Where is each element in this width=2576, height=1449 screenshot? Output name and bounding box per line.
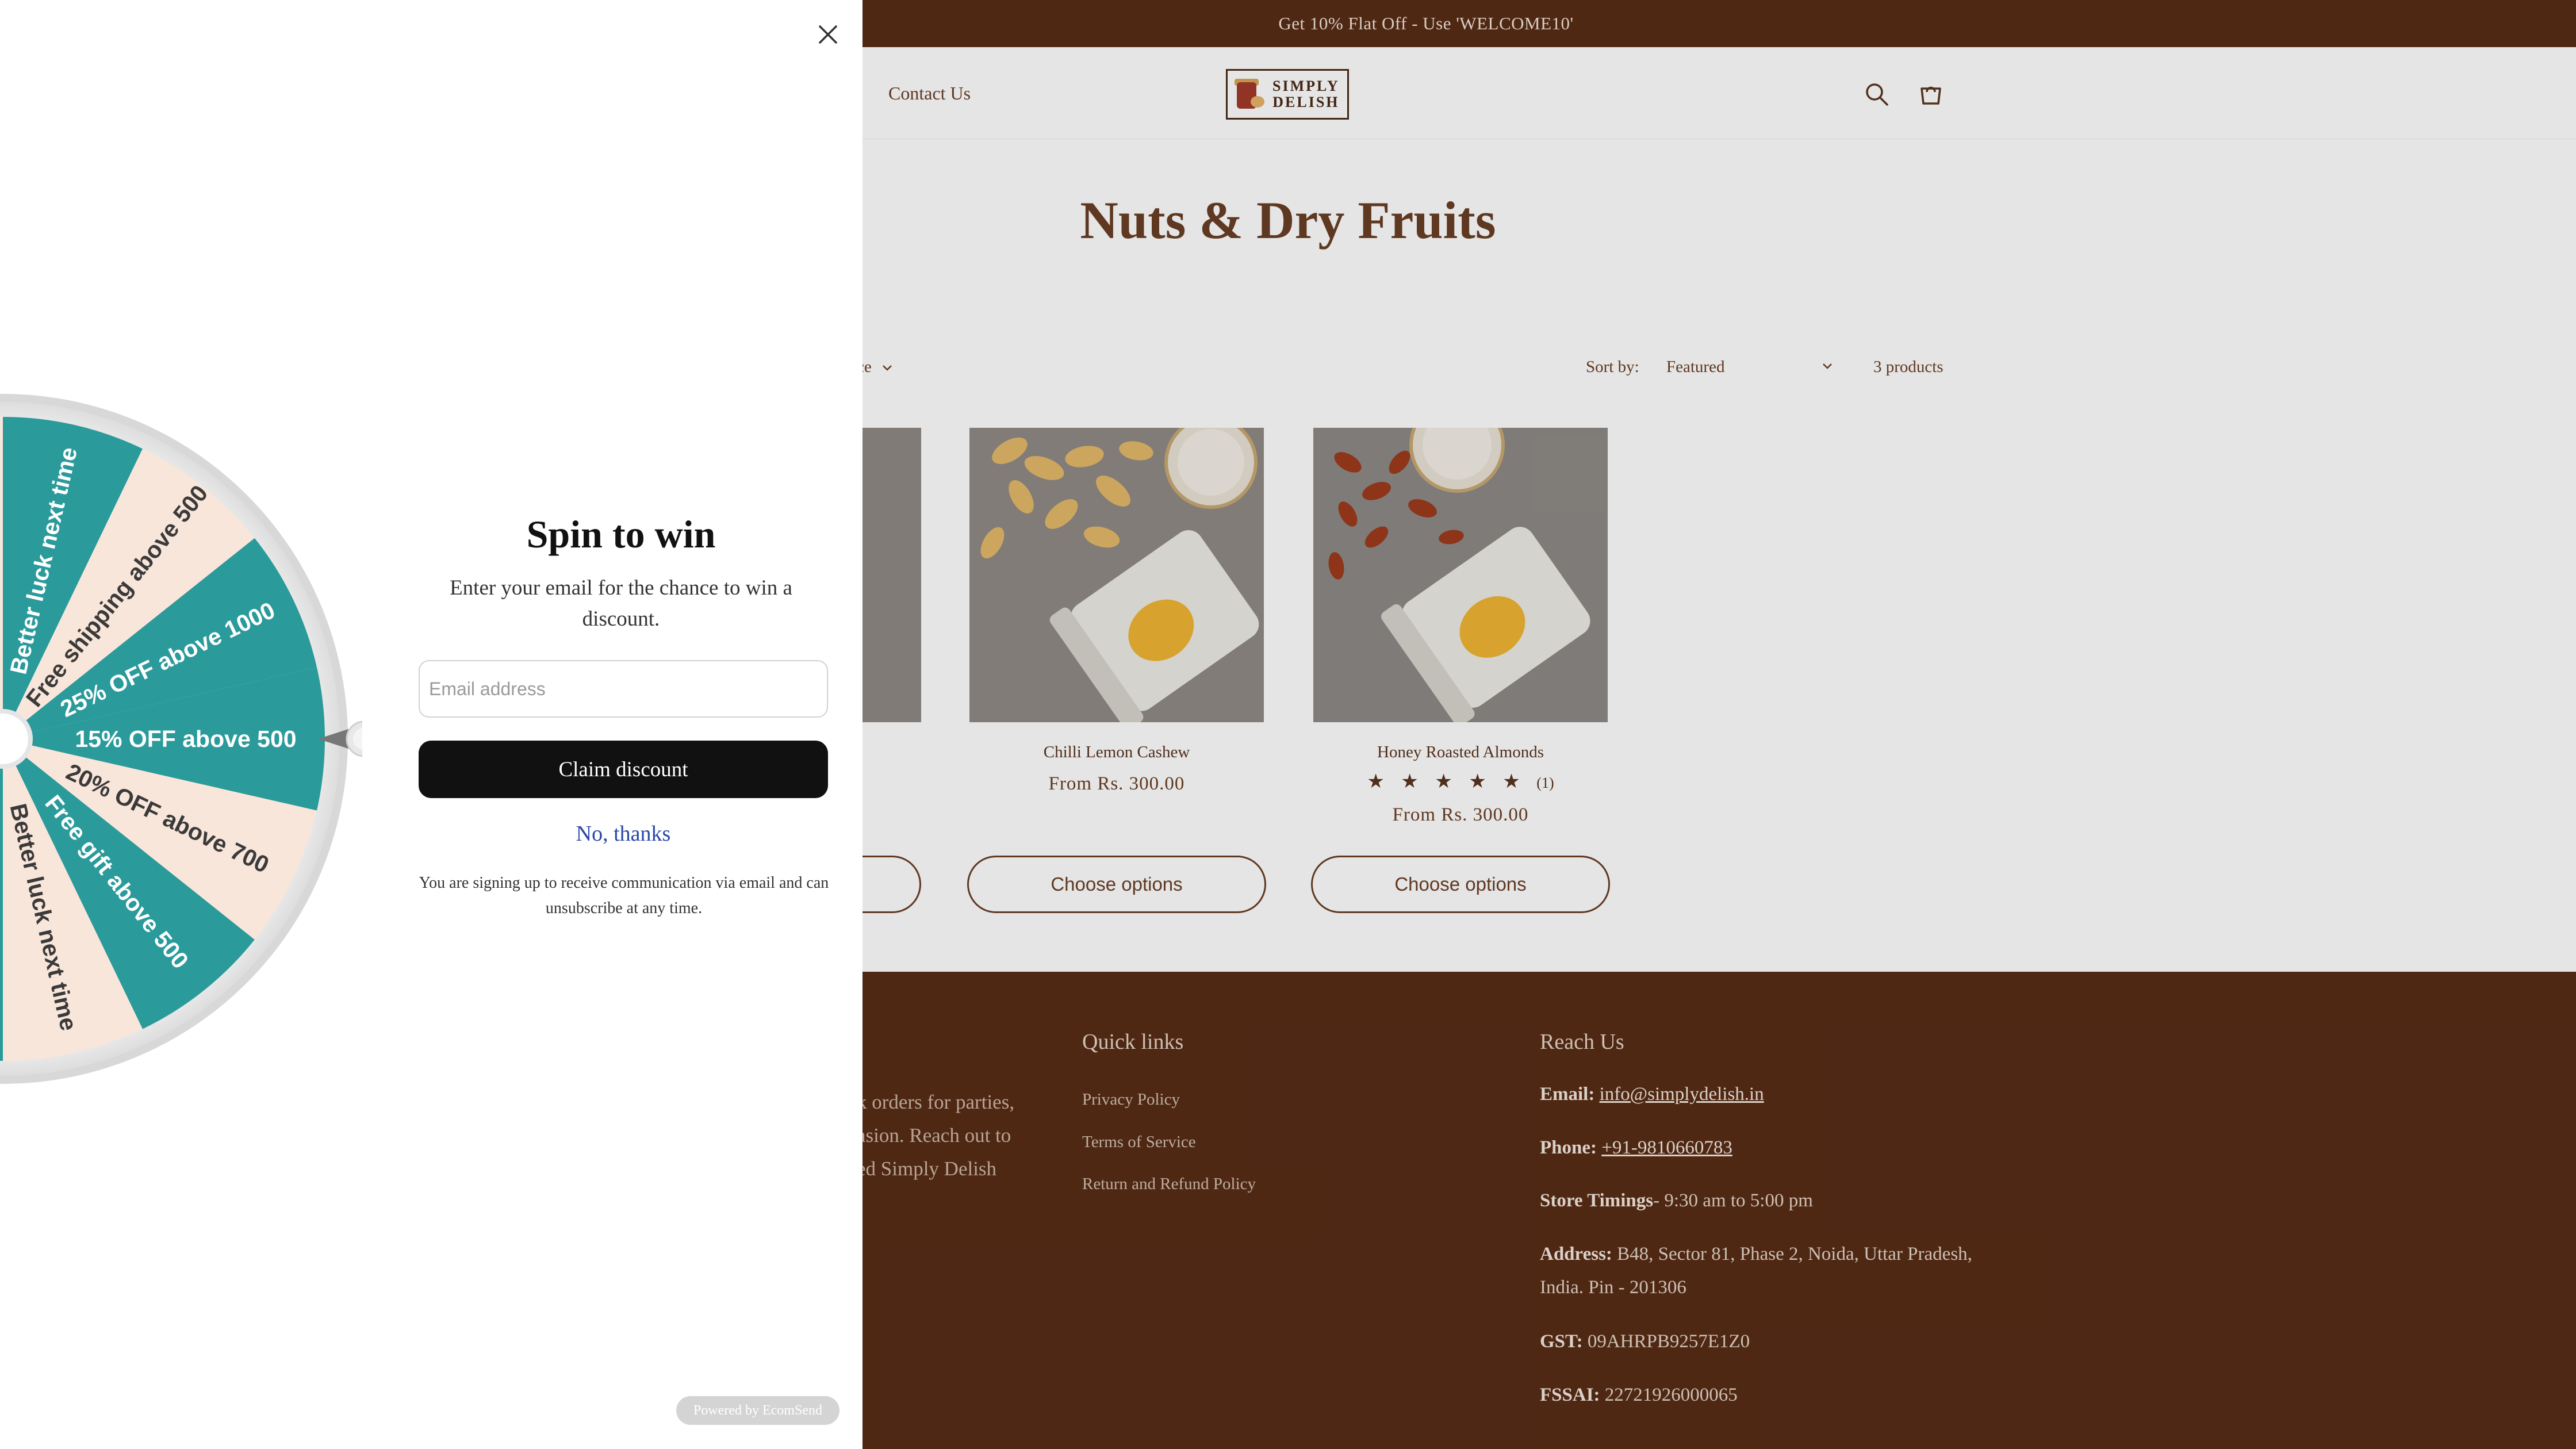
rating-stars: ★ ★ ★ ★ ★ (1) xyxy=(1313,770,1608,793)
footer-link-privacy[interactable]: Privacy Policy xyxy=(1082,1090,1180,1109)
footer-email-link[interactable]: info@simplydelish.in xyxy=(1600,1084,1764,1105)
product-count: 3 products xyxy=(1873,358,1943,376)
logo-jar-icon xyxy=(1233,76,1267,112)
logo-text: SIMPLY DELISH xyxy=(1272,78,1340,110)
prize-wheel: 15% OFF above 50020% OFF above 700Free g… xyxy=(0,394,362,1084)
wheel-segment xyxy=(0,739,3,1061)
footer-link-refund[interactable]: Return and Refund Policy xyxy=(1082,1175,1256,1194)
product-name[interactable]: Honey Roasted Almonds xyxy=(1313,743,1608,762)
product-name[interactable]: Chilli Lemon Cashew xyxy=(969,743,1264,762)
choose-options-button[interactable]: Choose options xyxy=(967,856,1266,913)
claim-discount-button[interactable]: Claim discount xyxy=(419,741,828,798)
footer-phone: Phone: +91-9810660783 xyxy=(1540,1137,1732,1158)
footer-email: Email: info@simplydelish.in xyxy=(1540,1084,1764,1105)
product-image[interactable] xyxy=(1313,428,1608,722)
nav-contact-link[interactable]: Contact Us xyxy=(888,83,971,104)
popup-title: Spin to win xyxy=(526,512,716,556)
footer-phone-link[interactable]: +91-9810660783 xyxy=(1601,1137,1732,1158)
no-thanks-link[interactable]: No, thanks xyxy=(420,821,827,846)
rating-stars-glyphs: ★ ★ ★ ★ ★ xyxy=(1367,771,1526,792)
close-icon[interactable] xyxy=(813,20,843,49)
footer-quick-links-heading: Quick links xyxy=(1082,1030,1184,1054)
choose-options-button[interactable]: Choose options xyxy=(1311,856,1610,913)
footer-fssai: FSSAI: 22721926000065 xyxy=(1540,1385,1738,1405)
powered-by-badge[interactable]: Powered by EcomSend xyxy=(676,1396,839,1425)
email-input[interactable] xyxy=(419,660,828,718)
popup-disclaimer: You are signing up to receive communicat… xyxy=(419,874,829,917)
rating-count: (1) xyxy=(1536,775,1554,791)
footer-gst: GST: 09AHRPB9257E1Z0 xyxy=(1540,1331,1750,1352)
announcement-text: Get 10% Flat Off - Use 'WELCOME10' xyxy=(1278,13,1574,33)
footer-reach-heading: Reach Us xyxy=(1540,1030,1624,1054)
product-price: From Rs. 300.00 xyxy=(1048,773,1185,794)
footer-about-text: k orders for parties, asion. Reach out t… xyxy=(857,1091,1015,1180)
spin-to-win-popup: 15% OFF above 500 20% OFF above 700 Free g… xyxy=(0,0,862,1449)
footer-link-terms[interactable]: Terms of Service xyxy=(1082,1133,1196,1152)
footer-timings: Store Timings- 9:30 am to 5:00 pm xyxy=(1540,1190,1813,1211)
wheel-segment-label: 15% OFF above 500 xyxy=(75,726,296,752)
product-card-chilli-lemon-cashew: Chilli Lemon Cashew From Rs. 300.00 Choo… xyxy=(967,428,1266,913)
chevron-down-icon xyxy=(1823,363,1832,369)
cart-icon[interactable] xyxy=(1917,80,1945,108)
brand-logo[interactable]: SIMPLY DELISH xyxy=(1226,69,1349,120)
footer-address: Address: B48, Sector 81, Phase 2, Noida,… xyxy=(1540,1244,1972,1298)
chevron-down-icon xyxy=(883,365,892,371)
product-image[interactable] xyxy=(969,428,1264,722)
product-price: From Rs. 300.00 xyxy=(1392,804,1529,825)
sort-select[interactable]: Featured xyxy=(1666,358,1833,377)
wheel-segment xyxy=(0,417,3,739)
search-icon[interactable] xyxy=(1863,80,1891,108)
sort-select-value: Featured xyxy=(1666,358,1725,376)
product-card-honey-roasted-almonds: Honey Roasted Almonds ★ ★ ★ ★ ★ (1) From… xyxy=(1311,428,1610,913)
sort-label: Sort by: xyxy=(1586,358,1639,376)
collection-title: Nuts & Dry Fruits xyxy=(1080,191,1496,250)
popup-subtitle: Enter your email for the chance to win a… xyxy=(450,576,792,631)
